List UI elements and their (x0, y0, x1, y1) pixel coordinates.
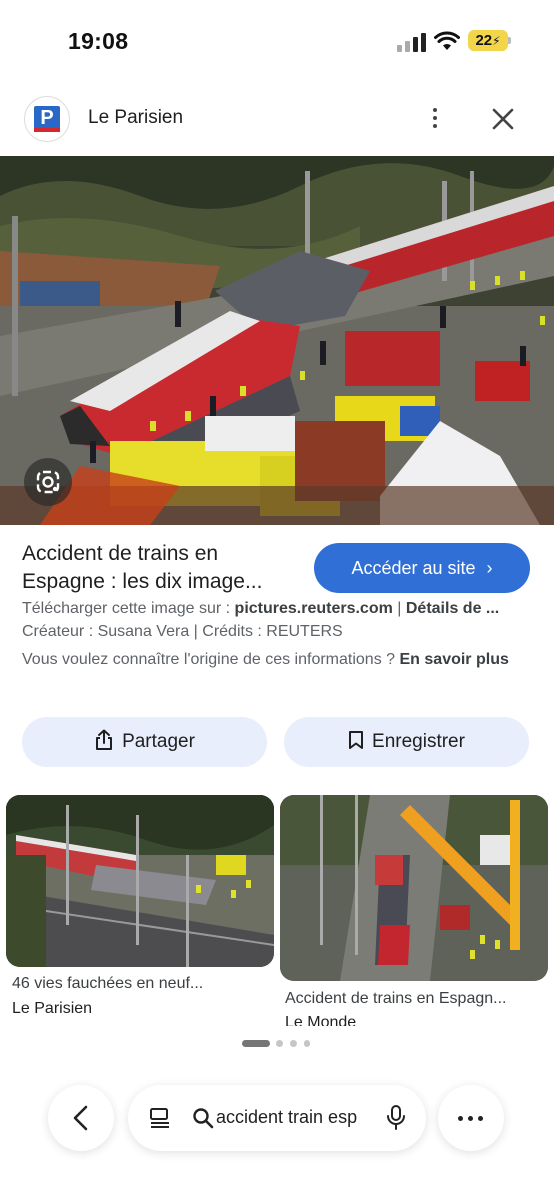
related-source-1: Le Parisien (12, 1000, 93, 1017)
battery-indicator: 22⚡ (468, 30, 508, 51)
site-logo[interactable]: P (24, 96, 70, 142)
share-label: Partager (122, 731, 195, 752)
close-icon[interactable] (488, 104, 518, 134)
back-icon (73, 1105, 88, 1131)
learn-more-link[interactable]: En savoir plus (400, 651, 509, 668)
status-bar: 19:08 22⚡ (0, 0, 554, 80)
related-photo-1 (6, 795, 274, 967)
related-image-2[interactable] (280, 795, 548, 981)
status-time: 19:08 (68, 28, 129, 54)
more-vertical-icon[interactable] (420, 100, 450, 136)
share-icon (96, 729, 113, 750)
battery-level: 22 (475, 32, 493, 49)
search-input[interactable]: accident train esp (216, 1107, 366, 1128)
search-bar[interactable]: accident train esp (128, 1085, 426, 1151)
chevron-right-icon: › (486, 558, 493, 578)
result-title[interactable]: Accident de trains en Espagne : les dix … (22, 540, 302, 596)
related-caption-2[interactable]: Accident de trains en Espagn... (285, 990, 541, 1008)
logo-stripe (34, 128, 60, 132)
main-image[interactable] (0, 156, 554, 525)
details-link[interactable]: Détails de ... (406, 600, 499, 617)
download-separator: | (392, 600, 406, 617)
train-accident-photo (0, 156, 554, 525)
download-source-link[interactable]: pictures.reuters.com (235, 600, 393, 617)
bookmark-icon (349, 730, 364, 749)
battery-tip (508, 37, 511, 44)
mic-icon[interactable] (384, 1104, 408, 1132)
save-button[interactable]: Enregistrer (284, 717, 529, 767)
visit-site-button[interactable]: Accéder au site › (314, 543, 530, 593)
download-line: Télécharger cette image sur : pictures.r… (22, 600, 534, 618)
origin-line: Vous voulez connaître l'origine de ces i… (22, 648, 522, 671)
download-prefix: Télécharger cette image sur : (22, 600, 235, 617)
related-photo-2 (280, 795, 548, 981)
page-header: P Le Parisien (0, 90, 554, 150)
lens-icon[interactable] (24, 458, 72, 506)
more-horizontal-icon[interactable] (438, 1085, 504, 1151)
search-icon (193, 1108, 214, 1129)
list-icon[interactable] (148, 1106, 172, 1130)
origin-question: Vous voulez connaître l'origine de ces i… (22, 651, 400, 668)
related-caption-1[interactable]: 46 vies fauchées en neuf... (12, 975, 268, 993)
back-button[interactable] (48, 1085, 114, 1151)
wifi-icon (434, 31, 460, 50)
site-name[interactable]: Le Parisien (88, 107, 183, 129)
visit-site-label: Accéder au site (351, 558, 476, 578)
save-label: Enregistrer (372, 731, 465, 752)
credit-line: Créateur : Susana Vera | Crédits : REUTE… (22, 623, 343, 640)
share-button[interactable]: Partager (22, 717, 267, 767)
cellular-signal-icon (397, 32, 427, 52)
related-image-1[interactable] (6, 795, 274, 967)
related-source-2: Le Monde (285, 1014, 357, 1026)
